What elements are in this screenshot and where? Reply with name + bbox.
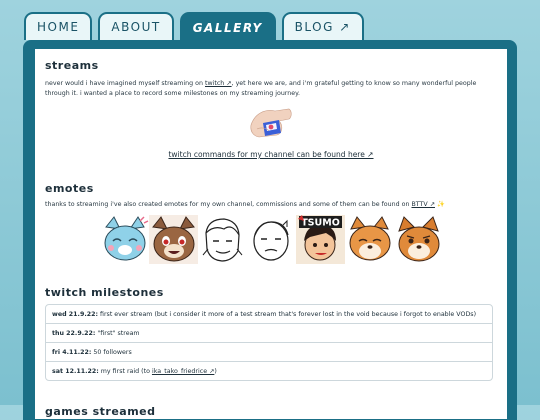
milestone-text: my first raid (to xyxy=(98,367,152,375)
orange-dog-emote-image xyxy=(344,215,394,264)
emote-gallery: TSUMO xyxy=(45,215,497,264)
tab-home[interactable]: HOME xyxy=(24,12,93,40)
milestone-date: wed 21.9.22: xyxy=(52,310,98,318)
milestone-text: 50 followers xyxy=(91,348,132,356)
twitch-link[interactable]: twitch ↗ xyxy=(205,80,232,87)
tab-blog[interactable]: BLOG ↗ xyxy=(281,12,364,40)
milestone-cell: sat 12.11.22: my first raid (to ika_tako… xyxy=(46,362,492,380)
table-row: wed 21.9.22: first ever stream (but i co… xyxy=(46,305,492,324)
streams-intro-text: never would i have imagined myself strea… xyxy=(45,80,205,87)
streams-heading: streams xyxy=(45,59,99,72)
tab-about[interactable]: ABOUT xyxy=(98,12,174,40)
bttv-link[interactable]: BTTV ↗ xyxy=(411,201,435,208)
emotes-intro-text: thanks to streaming i've also created em… xyxy=(45,201,412,208)
hand-holding-keycap-image xyxy=(250,108,292,138)
games-heading: games streamed xyxy=(45,405,156,418)
milestone-text-after: ) xyxy=(214,367,217,375)
milestone-cell: fri 4.11.22: 50 followers xyxy=(46,343,492,362)
milestone-text: "first" stream xyxy=(95,329,140,337)
table-row: thu 22.9.22: "first" stream xyxy=(46,324,492,343)
milestone-text: first ever stream (but i consider it mor… xyxy=(98,310,477,318)
milestone-cell: wed 21.9.22: first ever stream (but i co… xyxy=(46,305,492,324)
emotes-heading: emotes xyxy=(45,182,94,195)
table-row: fri 4.11.22: 50 followers xyxy=(46,343,492,362)
milestones-heading: twitch milestones xyxy=(45,286,164,299)
milestone-date: fri 4.11.22: xyxy=(52,348,92,356)
tsumo-label: TSUMO xyxy=(301,218,340,229)
emotes-intro: thanks to streaming i've also created em… xyxy=(45,200,497,210)
sketch-face-emote-image xyxy=(197,215,247,264)
raid-link[interactable]: ika_tako_friedrice ↗ xyxy=(152,368,214,375)
sketch-smirk-emote-image xyxy=(246,215,296,264)
blue-cat-emote-image xyxy=(99,215,149,264)
milestone-date: thu 22.9.22: xyxy=(52,329,96,337)
tsumo-emote-image: TSUMO xyxy=(295,215,345,264)
content-panel: streams never would i have imagined myse… xyxy=(35,49,507,419)
streams-intro: never would i have imagined myself strea… xyxy=(45,79,497,99)
table-row: sat 12.11.22: my first raid (to ika_tako… xyxy=(46,362,492,380)
nav-tabs: HOME ABOUT GALLERY BLOG ↗ xyxy=(24,12,364,42)
tab-gallery[interactable]: GALLERY xyxy=(179,12,276,42)
twitch-commands-link[interactable]: twitch commands for my channel can be fo… xyxy=(168,150,373,159)
orange-dog-frown-emote-image xyxy=(393,215,443,264)
commands-row: twitch commands for my channel can be fo… xyxy=(45,150,497,159)
sparkle-icon: ✨ xyxy=(437,201,445,208)
milestones-table: wed 21.9.22: first ever stream (but i co… xyxy=(45,304,493,381)
milestone-cell: thu 22.9.22: "first" stream xyxy=(46,324,492,343)
brown-fox-emote-image xyxy=(148,215,198,264)
milestone-date: sat 12.11.22: xyxy=(52,367,99,375)
